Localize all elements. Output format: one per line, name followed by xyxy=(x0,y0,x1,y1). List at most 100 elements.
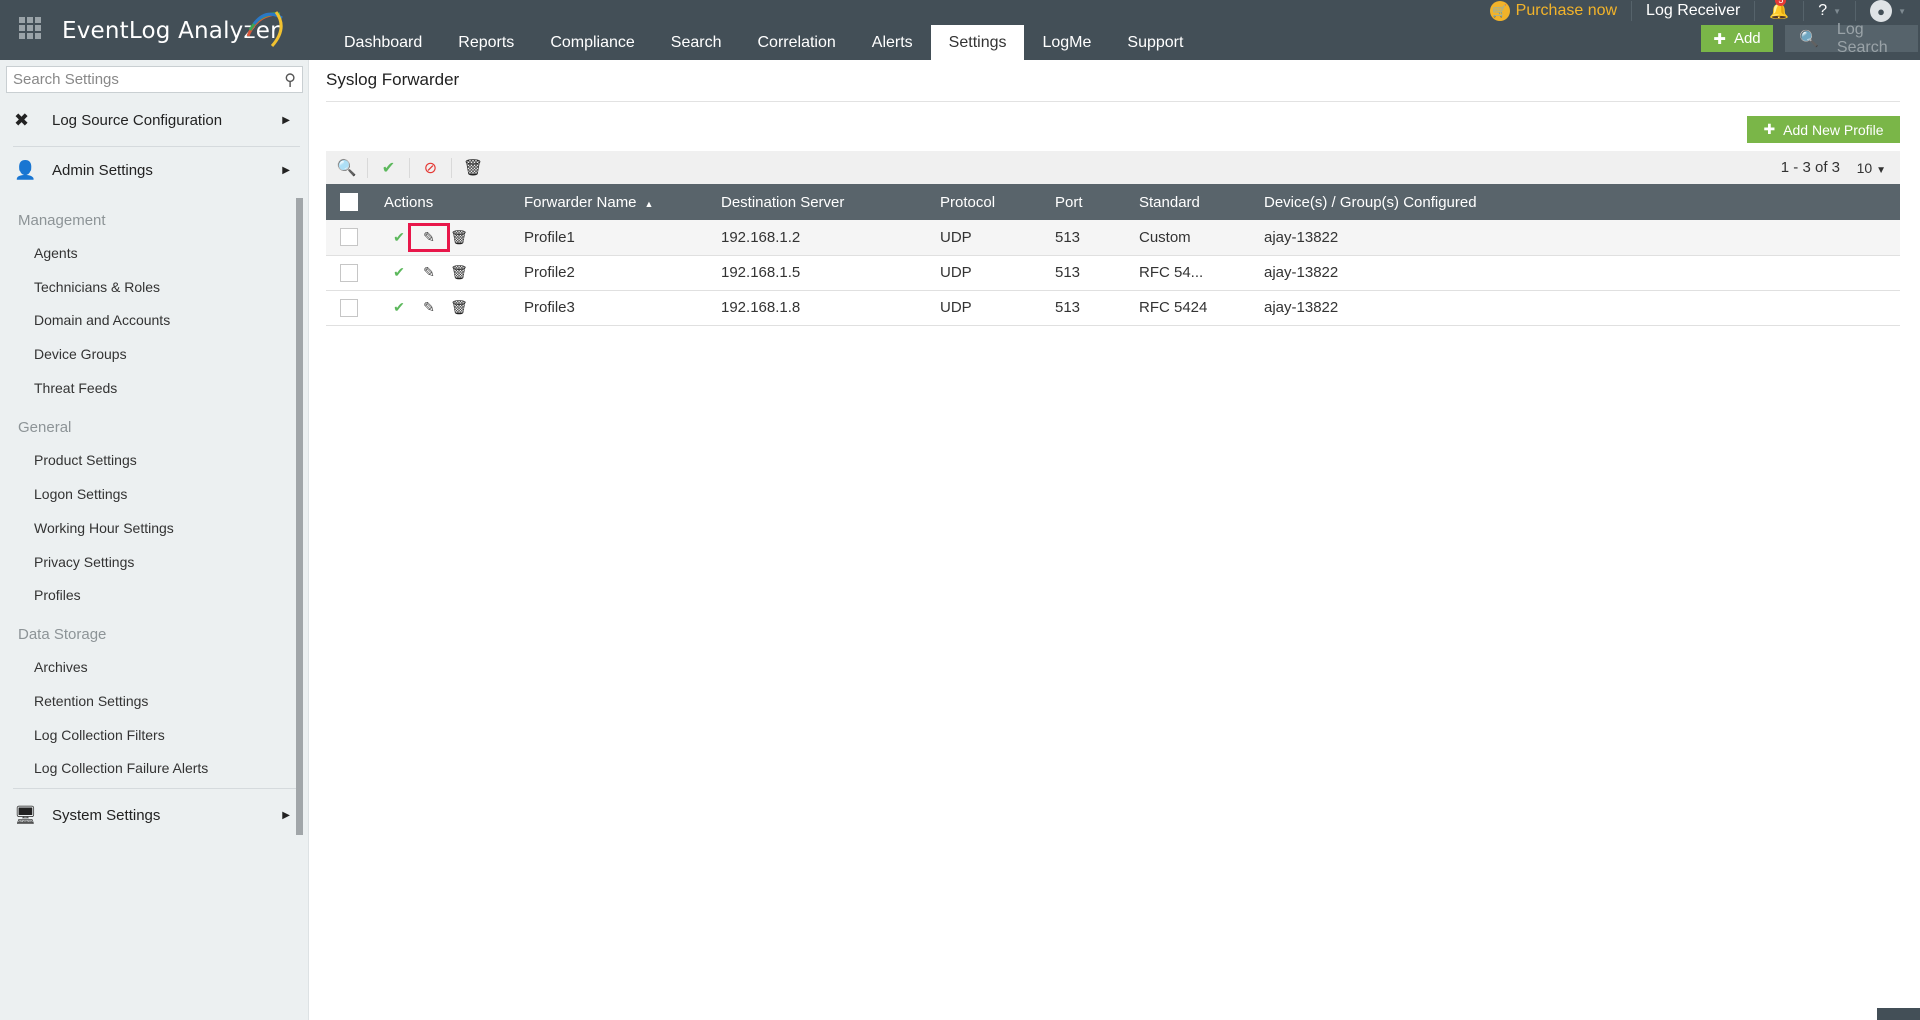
enabled-status-icon[interactable]: ✔ xyxy=(384,299,414,316)
table-row: ✔ ✎ 🗑 Profile1 192.168.1.2 UDP 513 Custom … xyxy=(326,220,1900,256)
plus-icon: ✚ xyxy=(1763,121,1776,137)
tab-dashboard[interactable]: Dashboard xyxy=(326,25,440,60)
delete-icon[interactable]: 🗑 xyxy=(444,229,474,246)
sidebar-item-log-collection-failure-alerts[interactable]: Log Collection Failure Alerts xyxy=(34,760,208,776)
select-all-checkbox[interactable] xyxy=(340,193,358,212)
caret-down-icon: ▼ xyxy=(1833,6,1842,16)
destination-server: 192.168.1.2 xyxy=(721,220,940,256)
sidebar-item-privacy-settings[interactable]: Privacy Settings xyxy=(34,554,134,570)
sidebar-item-logon-settings[interactable]: Logon Settings xyxy=(34,486,127,502)
row-checkbox[interactable] xyxy=(340,298,358,317)
tab-settings[interactable]: Settings xyxy=(930,25,1025,60)
delete-icon[interactable]: 🗑 xyxy=(444,299,474,316)
col-label: Forwarder Name xyxy=(524,193,637,211)
col-standard[interactable]: Standard xyxy=(1139,184,1264,220)
tab-alerts[interactable]: Alerts xyxy=(854,25,931,60)
caret-right-icon: ▶ xyxy=(282,809,290,821)
group-label: Admin Settings xyxy=(52,161,153,179)
sidebar-item-domain-accounts[interactable]: Domain and Accounts xyxy=(34,312,170,328)
log-search-input[interactable]: 🔍 Log Search xyxy=(1785,21,1918,56)
forwarder-table: Actions Forwarder Name ▲ Destination Serv… xyxy=(326,184,1900,326)
cart-icon: 🛒 xyxy=(1489,1,1510,21)
sidebar-scrollbar[interactable] xyxy=(296,198,303,835)
sidebar-item-working-hour-settings[interactable]: Working Hour Settings xyxy=(34,520,174,536)
destination-server: 192.168.1.5 xyxy=(721,255,940,291)
notifications-button[interactable]: 🔔 5 xyxy=(1755,0,1805,21)
title-divider xyxy=(326,101,1900,102)
caret-down-icon: ▼ xyxy=(1898,6,1906,16)
plus-icon: ✚ xyxy=(1713,30,1726,48)
col-forwarder-name[interactable]: Forwarder Name ▲ xyxy=(524,184,721,220)
user-menu[interactable]: ● ▼ xyxy=(1856,0,1920,22)
add-new-profile-button[interactable]: ✚ Add New Profile xyxy=(1747,116,1900,143)
sidebar-item-profiles[interactable]: Profiles xyxy=(34,587,81,603)
col-destination-server[interactable]: Destination Server xyxy=(721,184,940,220)
user-avatar-icon: ● xyxy=(1870,0,1893,22)
enabled-status-icon[interactable]: ✔ xyxy=(384,229,414,246)
search-icon: 🔍 xyxy=(1799,30,1819,48)
row-checkbox[interactable] xyxy=(340,263,358,282)
tab-logme[interactable]: LogMe xyxy=(1024,25,1109,60)
logo-arc-icon xyxy=(246,11,283,47)
chat-widget-button[interactable] xyxy=(1877,1008,1920,1020)
section-heading-data-storage: Data Storage xyxy=(18,626,107,643)
log-search-placeholder: Log Search xyxy=(1836,20,1888,56)
search-settings-input[interactable]: Search Settings ⚲ xyxy=(6,66,303,93)
per-page-value: 10 xyxy=(1856,159,1873,176)
search-settings-placeholder: Search Settings xyxy=(13,71,119,88)
edit-pencil-icon[interactable]: ✎ xyxy=(408,222,450,252)
purchase-now-link[interactable]: 🛒 Purchase now xyxy=(1476,1,1633,21)
sidebar-item-agents[interactable]: Agents xyxy=(34,245,78,261)
tab-reports[interactable]: Reports xyxy=(440,25,532,60)
help-menu[interactable]: ? ▼ xyxy=(1804,1,1857,21)
sidebar-item-archives[interactable]: Archives xyxy=(34,659,88,675)
sidebar-group-log-source-configuration[interactable]: ✖ Log Source Configuration ▶ xyxy=(14,100,300,140)
section-heading-management: Management xyxy=(18,212,106,229)
port: 513 xyxy=(1055,290,1139,326)
edit-pencil-icon[interactable]: ✎ xyxy=(414,264,444,281)
page-title: Syslog Forwarder xyxy=(326,70,460,89)
tab-correlation[interactable]: Correlation xyxy=(740,25,854,60)
disable-icon[interactable]: ⊘ xyxy=(410,157,452,178)
col-devices-configured[interactable]: Device(s) / Group(s) Configured xyxy=(1264,184,1900,220)
enable-icon[interactable]: ✔ xyxy=(368,157,410,178)
destination-server: 192.168.1.8 xyxy=(721,290,940,326)
port: 513 xyxy=(1055,255,1139,291)
caret-right-icon: ▶ xyxy=(282,164,290,176)
monitor-gear-icon: 🖥 xyxy=(14,804,37,825)
sidebar-item-technicians-roles[interactable]: Technicians & Roles xyxy=(34,279,160,295)
protocol: UDP xyxy=(940,290,1055,326)
delete-icon[interactable]: 🗑 xyxy=(452,158,494,178)
tab-search[interactable]: Search xyxy=(653,25,740,60)
row-checkbox[interactable] xyxy=(340,228,358,247)
sidebar-item-device-groups[interactable]: Device Groups xyxy=(34,346,127,362)
enabled-status-icon[interactable]: ✔ xyxy=(384,264,414,281)
col-protocol[interactable]: Protocol xyxy=(940,184,1055,220)
edit-pencil-icon[interactable]: ✎ xyxy=(414,299,444,316)
table-toolbar: 🔍 ✔ ⊘ 🗑 1 - 3 of 3 10 ▼ xyxy=(326,151,1900,184)
sidebar-group-system-settings[interactable]: 🖥 System Settings ▶ xyxy=(14,795,300,835)
main-nav: Dashboard Reports Compliance Search Corr… xyxy=(326,25,1201,60)
delete-icon[interactable]: 🗑 xyxy=(444,264,474,281)
port: 513 xyxy=(1055,220,1139,256)
tab-support[interactable]: Support xyxy=(1109,25,1201,60)
tab-compliance[interactable]: Compliance xyxy=(532,25,652,60)
sidebar-item-log-collection-filters[interactable]: Log Collection Filters xyxy=(34,727,165,743)
sidebar-item-threat-feeds[interactable]: Threat Feeds xyxy=(34,380,117,396)
apps-grid-icon[interactable] xyxy=(19,17,41,39)
sidebar-item-retention-settings[interactable]: Retention Settings xyxy=(34,693,148,709)
standard: RFC 54... xyxy=(1139,255,1264,291)
standard: Custom xyxy=(1139,220,1264,256)
sidebar-item-product-settings[interactable]: Product Settings xyxy=(34,452,137,468)
table-header-row: Actions Forwarder Name ▲ Destination Serv… xyxy=(326,184,1900,220)
log-receiver-link[interactable]: Log Receiver xyxy=(1632,1,1756,21)
search-filter-icon[interactable]: 🔍 xyxy=(326,157,368,178)
search-icon[interactable]: ⚲ xyxy=(284,70,296,90)
purchase-label: Purchase now xyxy=(1515,2,1618,19)
add-button[interactable]: ✚ Add xyxy=(1701,25,1773,52)
per-page-select[interactable]: 10 ▼ xyxy=(1857,160,1886,176)
top-bar: EventLog Analyzer Dashboard Reports Comp… xyxy=(0,0,1920,60)
sidebar-group-admin-settings[interactable]: 👤 Admin Settings ▶ xyxy=(14,150,300,190)
col-port[interactable]: Port xyxy=(1055,184,1139,220)
user-gear-icon: 👤 xyxy=(14,159,37,180)
